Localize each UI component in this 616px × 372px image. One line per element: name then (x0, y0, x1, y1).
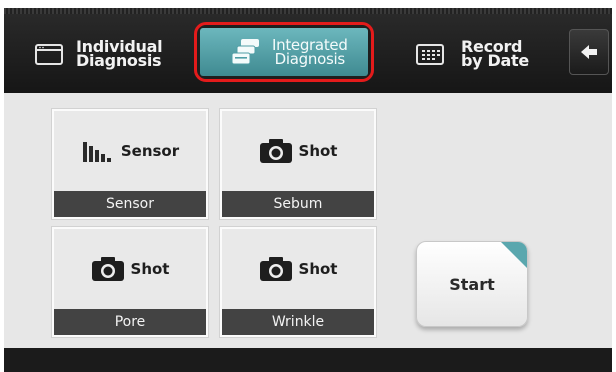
diagnosis-panel: Sensor Sensor Shot Sebum Shot Pore Shot … (4, 93, 612, 348)
tile-wrinkle-caption: Shot (298, 260, 338, 278)
tile-wrinkle-label: Wrinkle (222, 309, 374, 335)
tab-record-by-date[interactable]: Record by Date (415, 25, 565, 83)
tab-integrated-diagnosis[interactable]: Integrated Diagnosis (194, 22, 374, 82)
tile-pore-label: Pore (54, 309, 206, 335)
bottom-bar (4, 348, 612, 372)
start-button[interactable]: Start (416, 241, 528, 327)
back-button[interactable] (569, 29, 609, 75)
corner-accent (501, 242, 527, 268)
calendar-icon (416, 44, 444, 65)
device-screen: Individual Diagnosis Integrated Diagnosi… (4, 8, 612, 372)
tab-individual-diagnosis[interactable]: Individual Diagnosis (34, 25, 204, 83)
camera-icon (91, 257, 124, 281)
window-icon (35, 44, 63, 65)
tile-sebum-caption: Shot (298, 142, 338, 160)
tile-sebum[interactable]: Shot Sebum (220, 109, 376, 219)
tile-sebum-label: Sebum (222, 191, 374, 217)
tab-integrated-label: Integrated Diagnosis (272, 36, 348, 68)
tab-individual-label: Individual Diagnosis (76, 37, 163, 70)
top-tab-bar: Individual Diagnosis Integrated Diagnosi… (4, 8, 612, 93)
tab-record-label: Record by Date (461, 37, 529, 70)
start-button-label: Start (449, 274, 495, 294)
tile-sensor-caption: Sensor (120, 142, 180, 160)
tile-wrinkle[interactable]: Shot Wrinkle (220, 227, 376, 337)
tile-pore[interactable]: Shot Pore (52, 227, 208, 337)
arrow-left-icon (581, 45, 597, 59)
tile-pore-caption: Shot (130, 260, 170, 278)
tile-sensor[interactable]: Sensor Sensor (52, 109, 208, 219)
sensor-bars-icon (82, 142, 111, 162)
camera-icon (259, 139, 292, 163)
stacked-windows-icon (231, 39, 259, 65)
camera-icon (259, 257, 292, 281)
tile-sensor-label: Sensor (54, 191, 206, 217)
